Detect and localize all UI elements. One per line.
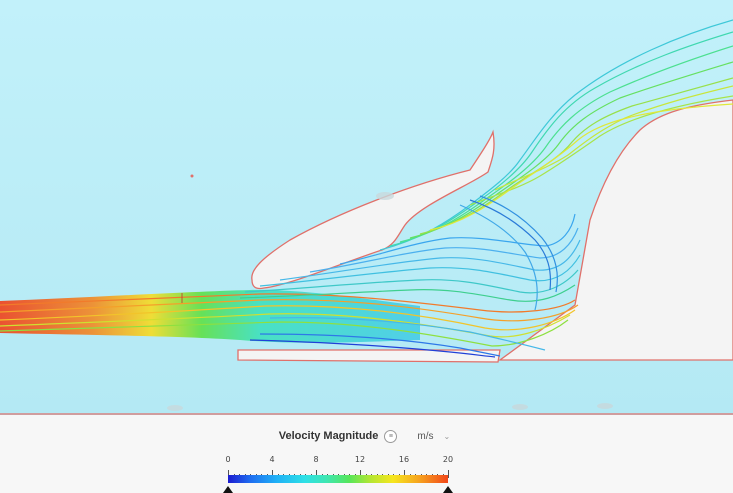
probe-point[interactable] bbox=[190, 174, 194, 178]
tick-label: 8 bbox=[313, 455, 319, 464]
tick-label: 20 bbox=[442, 455, 454, 464]
simulation-viewport[interactable] bbox=[0, 0, 733, 415]
legend-header: Velocity Magnitude ≡ m/s ⌄ bbox=[0, 425, 733, 447]
tick-label: 0 bbox=[225, 455, 231, 464]
tick-label: 4 bbox=[269, 455, 275, 464]
chevron-down-icon: ⌄ bbox=[443, 431, 451, 441]
colorbar bbox=[228, 475, 448, 483]
streamline-render bbox=[0, 0, 733, 415]
tick-label: 12 bbox=[354, 455, 366, 464]
color-legend-panel: Velocity Magnitude ≡ m/s ⌄ 0 4 8 12 16 2… bbox=[0, 415, 733, 493]
info-icon[interactable]: ≡ bbox=[384, 429, 398, 443]
unit-value: m/s bbox=[417, 430, 434, 442]
tick-label: 16 bbox=[398, 455, 410, 464]
legend-title: Velocity Magnitude bbox=[278, 430, 379, 442]
colorbar-tick bbox=[448, 470, 449, 478]
unit-dropdown[interactable]: m/s ⌄ bbox=[413, 426, 454, 446]
floor-geometry bbox=[237, 349, 501, 363]
